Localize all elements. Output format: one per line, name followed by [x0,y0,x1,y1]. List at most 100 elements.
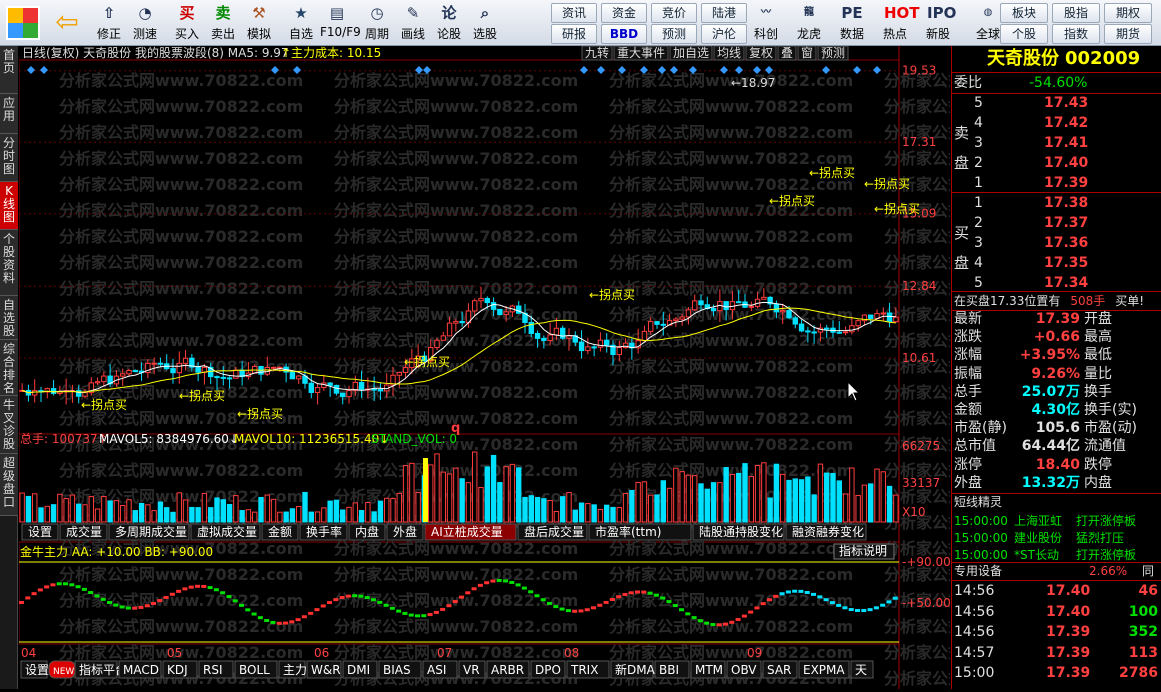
order-book-row[interactable]: 3 17.41 [974,134,1160,152]
up-arrow-button[interactable]: ⇧ 修正 [92,2,126,44]
bottom-indicator-tab-label[interactable]: VR [463,663,480,677]
gavel-button[interactable]: ⚒ 模拟 [242,2,276,44]
magnifier-button[interactable]: ⌕ 选股 [468,2,502,44]
toolbar-market-button[interactable]: 期权 [1104,3,1152,23]
speedometer-button[interactable]: ◔ 测速 [128,2,162,44]
chart-header-button-label[interactable]: 复权 [749,46,773,60]
bottom-indicator-tab-label[interactable]: SAR [767,663,791,677]
bottom-indicator-tab-label[interactable]: RSI [203,663,223,677]
left-tab-7[interactable]: 牛叉诊股 [0,396,18,454]
left-tab-4[interactable]: 个股资料 [0,230,18,296]
order-book-row[interactable]: 4 17.42 [974,114,1160,132]
buy-button[interactable]: 买买入 [170,2,204,44]
event-diamond-icon[interactable] [873,66,881,74]
toolbar-grid-button[interactable]: 陆港 [701,3,747,23]
elf-row[interactable]: 15:00:00 上海亚虹 打开涨停板 [954,512,1136,530]
toolbar-grid-button[interactable]: 研报 [551,24,597,44]
chart-header-button-label[interactable]: 均线 [717,46,741,60]
left-tab-6[interactable]: 综合排名 [0,340,18,396]
chart-header-button-label[interactable]: 重大事件 [617,46,665,60]
hot-button[interactable]: HOT 热点 [876,2,920,44]
bottom-indicator-tab-label[interactable]: BBI [659,663,679,677]
left-tab-5[interactable]: 自选股 [0,296,18,340]
indicator-tab-label[interactable]: 虚拟成交量 [197,524,257,539]
event-diamond-icon[interactable] [580,66,588,74]
indicator-tab-label[interactable]: 成交量 [66,524,102,539]
sector-row[interactable]: 专用设备 2.66% 同 [954,562,1160,580]
bottom-indicator-tab-label[interactable]: W&R [311,663,341,677]
bottom-indicator-tab-label[interactable]: NEW [53,667,74,677]
indicator-tab-label[interactable]: AI立桩成交量 [431,524,503,539]
event-diamond-icon[interactable] [40,66,48,74]
chat-button[interactable]: 论论股 [432,2,466,44]
toolbar-grid-button[interactable]: 资讯 [551,3,597,23]
toolbar-grid-button[interactable]: 资金 [601,3,647,23]
left-tab-2[interactable]: 分时图 [0,134,18,182]
f10-button[interactable]: ▤ F10/F9 [320,2,361,44]
order-book-row[interactable]: 5 17.34 [974,274,1160,292]
indicator-tab-label[interactable]: 内盘 [355,524,379,539]
indicator-tab-label[interactable]: 外盘 [393,524,417,539]
bottom-indicator-tab-label[interactable]: EXPMA [803,663,845,677]
order-book-row[interactable]: 1 17.38 [974,194,1160,212]
event-diamond-icon[interactable] [27,66,35,74]
order-book-row[interactable]: 2 17.37 [974,214,1160,232]
toolbar-grid-button[interactable]: 预测 [651,24,697,44]
toolbar-market-button[interactable]: 股指 [1052,3,1100,23]
toolbar-market-button[interactable]: 板块 [1000,3,1048,23]
clock-button[interactable]: ◷ 周期 [360,2,394,44]
order-book-row[interactable]: 2 17.40 [974,154,1160,172]
toolbar-market-button[interactable]: 个股 [1000,24,1048,44]
sell-button[interactable]: 卖卖出 [206,2,240,44]
kline-svg[interactable]: 分析家公式网www.70822.com 分析家公式网www.70822.com 分析… [18,45,1128,689]
bottom-indicator-tab-label[interactable]: BIAS [383,663,411,677]
bottom-indicator-tab-label[interactable]: 天 [855,663,867,677]
chart-button[interactable]: 〰科创 [747,2,785,44]
back-arrow-icon[interactable]: ⇦ [52,8,82,38]
order-book-row[interactable]: 3 17.36 [974,234,1160,252]
app-logo-icon[interactable] [6,6,40,40]
chart-header-button-label[interactable]: 窗 [801,46,813,60]
dragon-button[interactable]: 龍龙虎 [790,2,828,44]
bottom-indicator-tab-label[interactable]: TRIX [570,663,598,677]
indicator-help-label[interactable]: 指标说明 [839,543,887,558]
kline-chart-area[interactable]: 分析家公式网www.70822.com 分析家公式网www.70822.com 分析… [18,45,1128,689]
toolbar-grid-button[interactable]: BBD [601,24,647,44]
left-tab-1[interactable]: 应用 [0,94,18,134]
indicator-tab-label[interactable]: 设置 [28,525,52,539]
toolbar-market-button[interactable]: 指数 [1052,24,1100,44]
order-book-row[interactable]: 1 17.39 [974,174,1160,192]
star-button[interactable]: ★ 自选 [284,2,318,44]
bottom-indicator-tab-label[interactable]: ASI [427,663,446,677]
bottom-indicator-tab-label[interactable]: KDJ [167,663,188,677]
toolbar-grid-button[interactable]: 沪伦 [701,24,747,44]
left-tab-8[interactable]: 超级盘口 [0,454,18,516]
bottom-indicator-tab-label[interactable]: DMI [347,663,370,677]
indicator-tab-label[interactable]: 盘后成交量 [524,524,584,539]
bottom-indicator-tab-label[interactable]: 主力 [283,663,307,677]
elf-row[interactable]: 15:00:00 建业股份 猛烈打压 [954,529,1124,547]
bottom-indicator-tab-label[interactable]: DPO [535,663,561,677]
indicator-tab-label[interactable]: 金额 [268,524,292,539]
indicator-tab-label[interactable]: 市盈率(ttm) [595,524,661,539]
chart-header-button-label[interactable]: 加自选 [673,46,709,60]
left-tab-3[interactable]: K线图 [0,182,18,230]
chart-header-button-label[interactable]: 预测 [821,46,845,60]
bottom-indicator-tab-label[interactable]: ARBR [491,663,524,677]
order-book-row[interactable]: 5 17.43 [974,94,1160,112]
toolbar-market-button[interactable]: 期货 [1104,24,1152,44]
bottom-indicator-tab-label[interactable]: BOLL [239,663,270,677]
event-diamond-icon[interactable] [853,66,861,74]
bottom-indicator-tab-label[interactable]: 新DMA [615,662,656,677]
left-tab-0[interactable]: 首页 [0,46,18,94]
bottom-indicator-tab-label[interactable]: 设置 [25,663,49,677]
chart-header-button-label[interactable]: 叠 [781,46,793,60]
toolbar-grid-button[interactable]: 竞价 [651,3,697,23]
indicator-tab-label[interactable]: 融资融券变化 [792,524,864,539]
bottom-indicator-tab-label[interactable]: MACD [123,663,159,677]
order-book-row[interactable]: 4 17.35 [974,254,1160,272]
pe-button[interactable]: PE 数据 [833,2,871,44]
indicator-tab-label[interactable]: 多周期成交量 [115,524,187,539]
bottom-indicator-tab-label[interactable]: OBV [731,663,757,677]
pencil-button[interactable]: ✎ 画线 [396,2,430,44]
